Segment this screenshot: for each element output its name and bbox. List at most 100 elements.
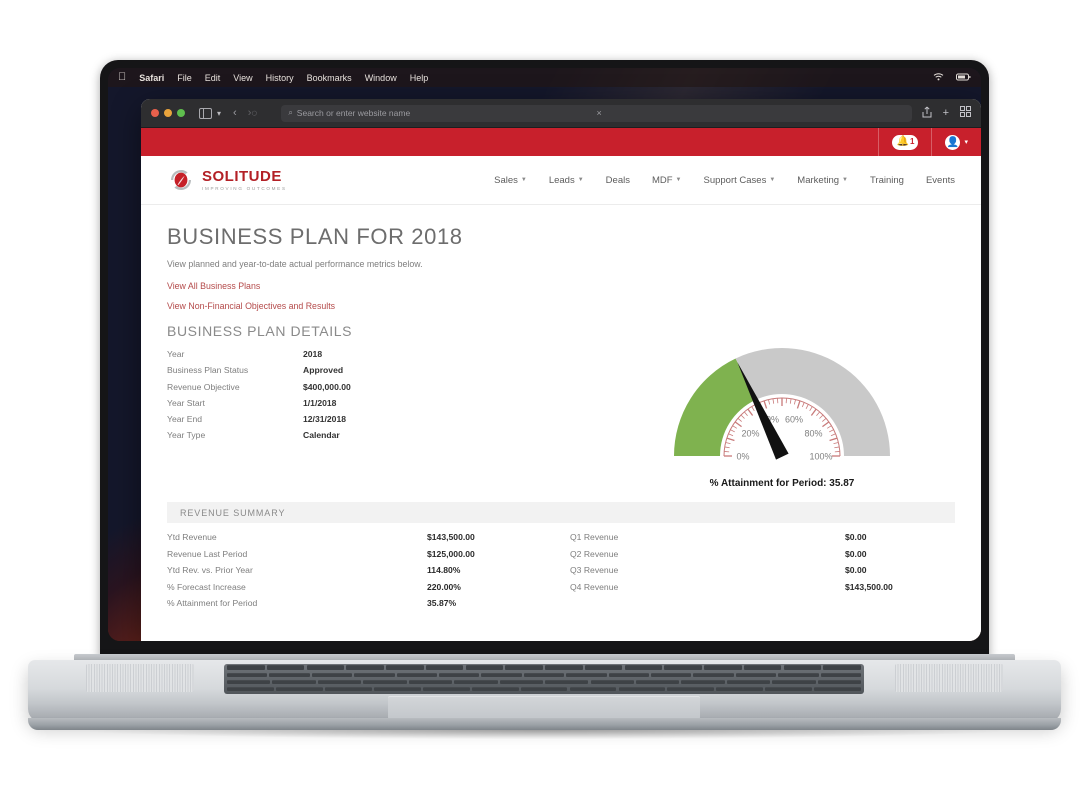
detail-label: Year (167, 349, 185, 359)
keyboard-key (735, 672, 777, 677)
link-view-non-financial-objectives[interactable]: View Non-Financial Objectives and Result… (167, 301, 955, 311)
close-window-button[interactable] (151, 109, 159, 117)
table-row: % Forecast Increase 220.00% (167, 579, 552, 596)
table-row: Q4 Revenue $143,500.00 (570, 579, 955, 596)
keyboard-key (454, 679, 498, 685)
row-value: $125,000.00 (427, 548, 475, 559)
zoom-window-button[interactable] (177, 109, 185, 117)
gauge-tick-label: 80% (805, 429, 823, 439)
row-value: $0.00 (845, 532, 867, 542)
nav-item-training[interactable]: Training (870, 175, 904, 186)
nav-item-mdf[interactable]: MDF ▼ (652, 175, 682, 186)
site-header: SOLITUDE IMPROVING OUTCOMES Sales ▼ Leads… (141, 156, 981, 205)
keyboard-key (817, 679, 862, 685)
show-tabs-icon[interactable] (960, 106, 971, 120)
detail-label: Revenue Objective (167, 381, 240, 392)
attainment-gauge-chart: 0% 20% 40% 60% 80% 100% % Attainment for Peri… (657, 344, 907, 489)
bell-icon: 🔔 (896, 136, 909, 147)
chevron-down-icon: ▼ (577, 177, 584, 183)
nav-item-sales[interactable]: Sales ▼ (494, 175, 527, 186)
share-icon[interactable] (922, 106, 932, 121)
back-button[interactable]: ‹ (233, 107, 237, 119)
keyboard-key (373, 686, 421, 692)
row-label: Ytd Revenue (167, 532, 217, 542)
menu-item-history[interactable]: History (266, 73, 294, 83)
row-value: $0.00 (845, 565, 867, 576)
base-front-edge (28, 718, 1061, 730)
wifi-icon[interactable] (933, 72, 944, 83)
keyboard-key (664, 665, 702, 670)
clear-address-icon[interactable]: × (596, 108, 601, 118)
menu-item-bookmarks[interactable]: Bookmarks (307, 73, 352, 83)
nav-item-marketing[interactable]: Marketing ▼ (797, 175, 848, 186)
row-label: Q4 Revenue (570, 581, 619, 592)
safari-toolbar: ▾ ‹ › ◌ ⌕ Search or enter website name × (141, 99, 981, 128)
user-menu-button[interactable]: 👤 ▾ (932, 128, 981, 156)
revenue-left-column: Ytd Revenue $143,500.00 Revenue Last Peri… (167, 529, 552, 612)
chevron-down-icon[interactable]: ▾ (217, 109, 221, 118)
menu-item-safari[interactable]: Safari (139, 73, 164, 83)
chevron-down-icon: ▾ (964, 139, 968, 146)
gauge-svg: 0%20%40% 60%80%100% (674, 348, 890, 462)
row-label: Q3 Revenue (570, 565, 619, 576)
keyboard-key (608, 672, 649, 677)
nav-item-support-cases[interactable]: Support Cases ▼ (704, 175, 776, 186)
gauge-tick-label: 20% (741, 429, 759, 439)
keyboard-key (820, 672, 861, 677)
nav-item-leads[interactable]: Leads ▼ (549, 175, 584, 186)
keyboard-key (693, 672, 734, 677)
page-subtitle: View planned and year-to-date actual per… (167, 259, 423, 269)
detail-row: Year 2018 (167, 346, 497, 362)
sidebar-toggle-icon[interactable] (199, 107, 212, 119)
minimize-window-button[interactable] (164, 109, 172, 117)
detail-label: Business Plan Status (167, 365, 249, 376)
address-bar[interactable]: ⌕ Search or enter website name × (281, 104, 912, 122)
menu-item-window[interactable]: Window (365, 73, 397, 83)
nav-item-events[interactable]: Events (926, 175, 955, 186)
battery-icon[interactable] (956, 73, 971, 83)
keyboard-key (275, 686, 323, 692)
detail-label: Year End (167, 414, 203, 425)
link-view-all-business-plans[interactable]: View All Business Plans (167, 281, 955, 291)
keyboard-key (227, 672, 268, 677)
keyboard-key (439, 672, 480, 677)
keyboard-key (814, 686, 862, 692)
table-row: Q2 Revenue $0.00 (570, 546, 955, 563)
privacy-shield-icon[interactable]: ◌ (251, 108, 257, 119)
row-value: $143,500.00 (845, 581, 893, 592)
main-navigation: Sales ▼ Leads ▼ Deals MDF ▼ Support Cases ▼ … (494, 175, 955, 186)
nav-item-deals[interactable]: Deals (606, 175, 630, 186)
address-bar-placeholder: Search or enter website name (296, 108, 411, 118)
detail-label: Year Start (167, 397, 205, 408)
notifications-button[interactable]: 🔔 1 (879, 128, 931, 156)
revenue-right-column: Q1 Revenue $0.00 Q2 Revenue $0.00 Q3 Reven… (552, 529, 955, 612)
menu-item-view[interactable]: View (233, 73, 252, 83)
laptop-mockup:  Safari File Edit View History Bookmark… (0, 0, 1089, 805)
row-label: % Forecast Increase (167, 581, 246, 592)
table-row: Q3 Revenue $0.00 (570, 562, 955, 579)
keyboard-key (823, 665, 861, 670)
laptop-lid:  Safari File Edit View History Bookmark… (100, 60, 989, 660)
apple-icon[interactable]:  (118, 72, 126, 83)
keyboard-key (481, 672, 522, 677)
keyboard-key (726, 679, 771, 685)
keyboard-key (765, 686, 813, 692)
keyboard-key (716, 686, 764, 692)
menu-item-edit[interactable]: Edit (205, 73, 221, 83)
gauge-tick-label: 100% (809, 452, 832, 462)
search-icon: ⌕ (288, 108, 293, 117)
gauge-tick-label: 60% (785, 414, 803, 424)
keyboard-key (272, 679, 316, 685)
menu-item-help[interactable]: Help (410, 73, 429, 83)
keyboard-row (224, 671, 864, 678)
solitude-logo-icon (167, 166, 195, 194)
row-label: Q1 Revenue (570, 532, 619, 542)
site-logo[interactable]: SOLITUDE IMPROVING OUTCOMES (167, 166, 287, 194)
new-tab-button[interactable]: + (943, 107, 949, 119)
keyboard-key (422, 686, 470, 692)
menu-item-file[interactable]: File (177, 73, 192, 83)
chevron-down-icon: ▼ (842, 177, 848, 183)
window-traffic-lights[interactable] (151, 109, 185, 117)
keyboard-row (224, 678, 864, 685)
chevron-down-icon: ▼ (520, 177, 527, 183)
